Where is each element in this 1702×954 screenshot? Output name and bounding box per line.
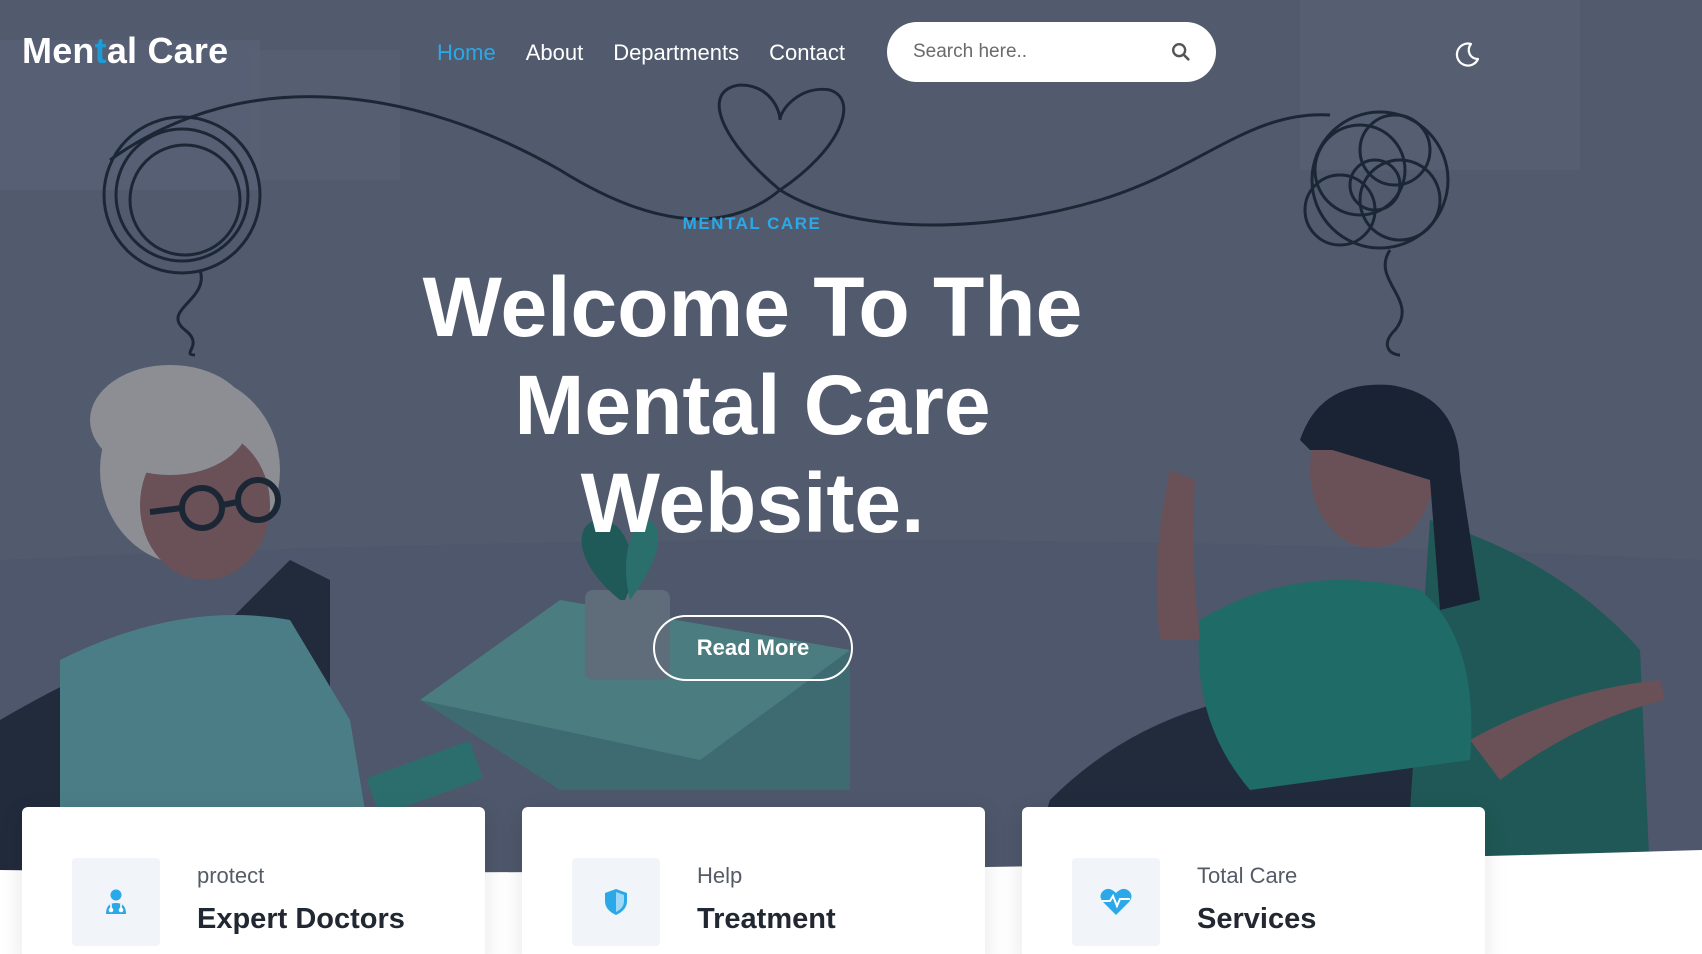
headline-line-3: Website. (580, 456, 925, 550)
shield-icon (605, 889, 627, 915)
search-icon[interactable] (1170, 41, 1192, 63)
search-input[interactable] (913, 41, 1153, 63)
nav-departments[interactable]: Departments (613, 40, 739, 66)
heartbeat-icon (1100, 888, 1132, 915)
hero-eyebrow: MENTAL CARE (682, 214, 822, 233)
brand-logo[interactable]: Mental Care (22, 30, 228, 72)
nav-home[interactable]: Home (437, 40, 496, 66)
feature-icon-box (72, 858, 160, 946)
hero-headline: Welcome To The Mental Care Website. (390, 258, 1115, 552)
nav-about[interactable]: About (526, 40, 584, 66)
feature-card-treatment[interactable]: Help Treatment (522, 807, 985, 954)
doctor-icon (106, 889, 126, 914)
main-nav: Home About Departments Contact (437, 40, 845, 66)
read-more-button[interactable]: Read More (653, 615, 853, 681)
feature-kicker: Total Care (1197, 863, 1298, 888)
moon-icon[interactable] (1452, 40, 1482, 70)
headline-line-1: Welcome To The (422, 260, 1083, 354)
nav-contact[interactable]: Contact (769, 40, 845, 66)
feature-icon-box (1072, 858, 1160, 946)
search-bar (887, 22, 1216, 82)
brand-accent-letter: t (94, 30, 107, 71)
feature-title: Services (1197, 903, 1317, 935)
feature-kicker: Help (697, 863, 743, 888)
feature-card-doctors[interactable]: protect Expert Doctors (22, 807, 485, 954)
feature-icon-box (572, 858, 660, 946)
feature-kicker: protect (197, 863, 265, 888)
headline-line-2: Mental Care (514, 358, 991, 452)
feature-title: Expert Doctors (197, 903, 405, 935)
brand-part2: al Care (106, 30, 229, 71)
feature-card-services[interactable]: Total Care Services (1022, 807, 1485, 954)
brand-part1: Men (22, 30, 95, 71)
feature-title: Treatment (697, 903, 836, 935)
